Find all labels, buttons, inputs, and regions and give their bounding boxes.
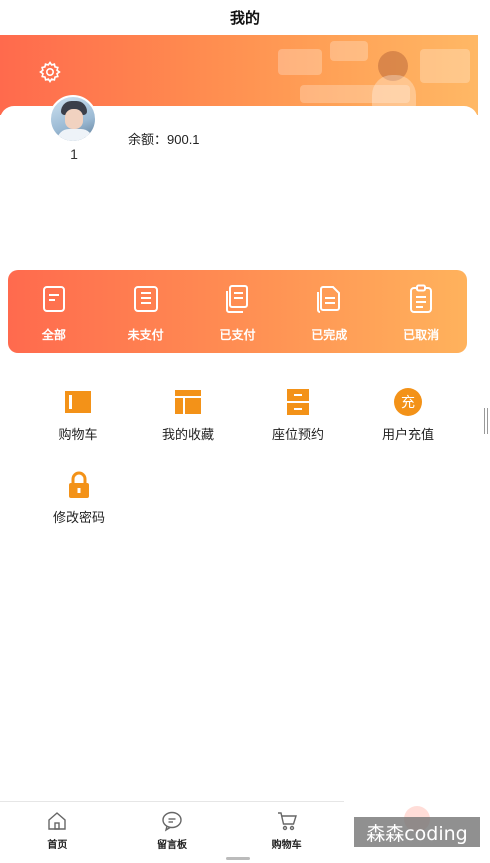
home-icon [48,812,67,830]
cart-icon [277,812,297,831]
watermark: 森森coding [354,817,480,847]
banner-illustration [372,75,416,109]
menu-item-change-password[interactable]: 修改密码 [23,471,135,526]
order-tab-paid[interactable]: 已支付 [207,284,267,343]
menu-item-label: 购物车 [58,427,98,442]
order-tab-label: 已取消 [403,328,440,342]
cart-panel-icon [64,388,92,416]
order-tab-label: 已完成 [311,328,348,342]
settings-gear-icon[interactable] [38,60,62,84]
avatar[interactable] [49,95,97,143]
order-tab-unpaid[interactable]: 未支付 [116,284,176,343]
order-tab-label: 未支付 [127,328,164,342]
order-tab-label: 已支付 [219,328,256,342]
menu-item-cart[interactable]: 购物车 [23,388,133,443]
menu-item-seat-reservation[interactable]: 座位预约 [243,388,353,443]
tab-label: 购物车 [271,840,302,851]
top-bar: 我的 [0,0,490,35]
menu-item-label: 修改密码 [52,510,105,525]
lock-icon [65,471,93,499]
tab-label: 首页 [47,840,68,851]
menu-item-favorites[interactable]: 我的收藏 [133,388,243,443]
order-tab-all[interactable]: 全部 [24,284,84,343]
feature-menu-row: 修改密码 [23,471,463,526]
recharge-icon-text: 充 [394,388,422,416]
order-tab-label: 全部 [41,328,66,342]
tab-cart[interactable]: 购物车 [229,802,344,863]
order-tab-completed[interactable]: 已完成 [299,284,359,343]
tab-label: 留言板 [157,840,187,851]
menu-item-label: 我的收藏 [161,427,214,442]
bottom-tab-bar: 首页 留言板 购物车 [0,801,344,863]
page-title: 我的 [229,10,260,27]
tab-message-board[interactable]: 留言板 [115,802,230,863]
feature-menu-row: 购物车 我的收藏 座位预约 充 用户充值 [23,388,463,443]
username: 1 [70,146,78,162]
order-cancelled-icon [410,284,433,313]
balance-text: 余额：900.1 [128,132,200,147]
banner-decoration [278,49,322,75]
home-indicator [226,857,250,860]
banner-decoration [420,49,470,83]
favorites-icon [174,388,202,416]
tab-home[interactable]: 首页 [0,802,115,863]
menu-item-label: 座位预约 [271,427,324,442]
avatar-face [65,109,83,129]
message-icon [162,811,182,832]
order-completed-icon [317,286,341,313]
scrollbar-handle[interactable] [484,408,488,434]
order-unpaid-icon [133,286,158,312]
order-paid-icon [226,285,249,313]
avatar-shirt [57,129,93,141]
seat-reservation-icon [284,388,312,416]
menu-item-recharge[interactable]: 充 用户充值 [353,388,463,443]
feature-menu: 购物车 我的收藏 座位预约 充 用户充值 修改密码 [23,388,463,554]
menu-item-label: 用户充值 [381,427,434,442]
recharge-icon: 充 [394,388,422,416]
banner-decoration [330,41,368,61]
order-tab-cancelled[interactable]: 已取消 [391,284,451,343]
order-all-icon [42,286,65,312]
order-status-panel: 全部 未支付 已支付 已完成 已取消 [8,270,467,353]
